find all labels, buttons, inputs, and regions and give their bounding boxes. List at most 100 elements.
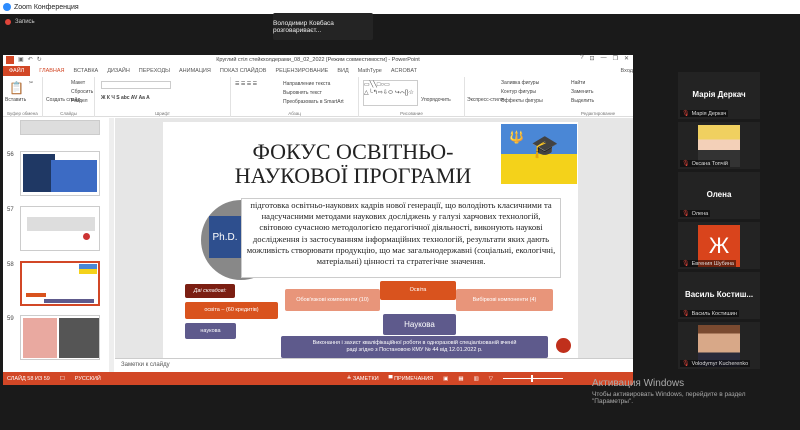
scientific-box: Наукова: [383, 314, 456, 335]
zoom-logo-icon: [3, 3, 11, 11]
tab-file[interactable]: ФАЙЛ: [3, 66, 31, 76]
group-clipboard: 📋 Вставить ✂ Буфер обмена: [3, 77, 43, 117]
participant-tile[interactable]: 🎙 Оксана Топчій: [678, 122, 760, 169]
save-icon[interactable]: ▣: [18, 56, 24, 64]
layout-button[interactable]: Макет: [71, 80, 85, 86]
tab-mathtype[interactable]: MathType: [358, 68, 382, 74]
group-label: Слайды: [60, 111, 77, 116]
shape-outline-button[interactable]: Контур фигуры: [501, 89, 536, 95]
arrange-button[interactable]: Упорядочить: [421, 97, 451, 103]
find-button[interactable]: Найти: [571, 80, 585, 86]
powerpoint-window: Круглий стіл стейкхолдерами_08_02_2022 […: [3, 55, 633, 385]
tab-review[interactable]: РЕЦЕНЗИРОВАНИЕ: [275, 68, 328, 74]
education-box: Освіта: [380, 281, 456, 300]
recording-indicator[interactable]: Запись: [5, 19, 35, 25]
group-label: Буфер обмена: [7, 111, 38, 116]
zoom-titlebar: Zoom Конференция: [0, 0, 800, 14]
red-circle-decoration: [556, 338, 571, 353]
name-tag: 🎙 Василь Костишин: [680, 310, 739, 317]
participant-tile[interactable]: Ж 🎙 Евгения Шубина: [678, 222, 760, 269]
spellcheck-icon[interactable]: ☐: [60, 376, 65, 382]
elective-components-box: Вибіркові компоненти (4): [456, 289, 553, 311]
comments-toggle[interactable]: ▀ ПРИМЕЧАНИЯ: [389, 376, 434, 382]
slide-editing-area: ФОКУС ОСВІТНЬО-НАУКОВОЇ ПРОГРАМИ 🔱 🎓 Ph.D…: [115, 118, 633, 358]
close-button[interactable]: ✕: [624, 55, 629, 62]
smartart-button[interactable]: Преобразовать в SmartArt: [283, 99, 344, 105]
slide-thumbnail-59[interactable]: [20, 315, 100, 360]
slide-thumbnails-panel: 56 57 58 59: [3, 118, 115, 372]
paste-button[interactable]: Вставить: [5, 97, 26, 103]
undo-icon[interactable]: ↶: [28, 56, 33, 64]
reading-view-icon[interactable]: ▥: [474, 376, 479, 382]
cut-icon[interactable]: ✂: [29, 80, 33, 86]
components-label-box: Дві складові:: [185, 284, 235, 298]
slide-thumbnail-57[interactable]: [20, 206, 100, 251]
slide-58[interactable]: ФОКУС ОСВІТНЬО-НАУКОВОЇ ПРОГРАМИ 🔱 🎓 Ph.D…: [163, 122, 578, 358]
notes-toggle[interactable]: ≜ ЗАМЕТКИ: [347, 376, 379, 382]
participant-display-name: Василь Костиш...: [684, 290, 754, 299]
slide-thumbnail-55[interactable]: [20, 120, 100, 135]
participant-tile[interactable]: Марія Деркач 🎙 Марія Деркач: [678, 72, 760, 119]
tab-slideshow[interactable]: ПОКАЗ СЛАЙДОВ: [220, 68, 267, 74]
muted-mic-icon: 🎙: [682, 161, 690, 167]
signin-link[interactable]: Вход: [621, 68, 633, 74]
slide-thumbnail-56[interactable]: [20, 151, 100, 196]
reset-button[interactable]: Сбросить: [71, 89, 93, 95]
shape-effects-button[interactable]: Эффекты фигуры: [501, 98, 543, 104]
participant-tile[interactable]: Олена 🎙 Олена: [678, 172, 760, 219]
tab-animation[interactable]: АНИМАЦИЯ: [179, 68, 211, 74]
notes-pane[interactable]: Заметки к слайду: [115, 358, 633, 372]
participant-name: Василь Костишин: [691, 310, 737, 317]
list-buttons[interactable]: ☰ ☰ ☰ ☰: [235, 81, 257, 87]
group-editing: Найти Заменить Выделить Редактирование: [563, 77, 633, 117]
section-button[interactable]: Раздел: [71, 98, 88, 104]
thesis-box: Виконання і захист кваліфікаційної робот…: [281, 336, 548, 358]
phd-badge: Ph.D.: [209, 216, 241, 258]
tab-insert[interactable]: ВСТАВКА: [74, 68, 99, 74]
maximize-button[interactable]: ❐: [613, 55, 618, 62]
font-name-select[interactable]: [101, 81, 171, 89]
participant-name: Оксана Топчій: [691, 160, 728, 167]
tab-transitions[interactable]: ПЕРЕХОДЫ: [139, 68, 170, 74]
group-drawing: ▭╲╲□○▭ △└↰⇨⇩⬭ ↪⌒{}☆ Упорядочить Рисовани…: [359, 77, 465, 117]
help-button[interactable]: ?: [580, 55, 583, 62]
text-direction-button[interactable]: Направление текста: [283, 81, 330, 87]
thumb-number: 57: [7, 207, 14, 213]
shape-fill-button[interactable]: Заливка фигуры: [501, 80, 539, 86]
normal-view-icon[interactable]: ▣: [443, 376, 448, 382]
slide-title: ФОКУС ОСВІТНЬО-НАУКОВОЇ ПРОГРАМИ: [234, 139, 472, 188]
tab-home[interactable]: ГЛАВНАЯ: [39, 68, 64, 74]
slide-thumbnail-58[interactable]: [20, 261, 100, 306]
quick-styles-button[interactable]: Экспресс-стили: [467, 97, 504, 103]
graduation-cap-icon: 🎓: [531, 134, 559, 159]
group-slides: Создать слайд Макет Сбросить Раздел Слай…: [43, 77, 95, 117]
align-text-button[interactable]: Выровнять текст: [283, 90, 322, 96]
minimize-button[interactable]: —: [601, 55, 607, 62]
ribbon-display-button[interactable]: ⊡: [590, 55, 595, 62]
select-button[interactable]: Выделить: [571, 98, 594, 104]
slide-counter: СЛАЙД 58 ИЗ 59: [7, 375, 50, 382]
participant-tile[interactable]: 🎙 Volodymyr Kucherenko: [678, 322, 760, 369]
ribbon-tabs: ФАЙЛ ГЛАВНАЯ ВСТАВКА ДИЗАЙН ПЕРЕХОДЫ АНИ…: [3, 65, 633, 77]
ukraine-flag-graduation-cap-image: 🔱 🎓: [501, 124, 577, 184]
group-label: Рисование: [400, 111, 423, 116]
slideshow-icon[interactable]: ▽: [489, 376, 493, 382]
sorter-view-icon[interactable]: ▦: [458, 376, 463, 382]
zoom-slider[interactable]: [503, 375, 563, 382]
tab-view[interactable]: ВИД: [337, 68, 348, 74]
tab-acrobat[interactable]: ACROBAT: [391, 68, 417, 74]
notes-placeholder: Заметки к слайду: [121, 362, 170, 368]
science-box: наукова: [185, 323, 236, 339]
shapes-gallery[interactable]: ▭╲╲□○▭ △└↰⇨⇩⬭ ↪⌒{}☆: [363, 80, 418, 106]
language-indicator[interactable]: РУССКИЙ: [75, 376, 101, 382]
status-bar: СЛАЙД 58 ИЗ 59 ☐ РУССКИЙ ≜ ЗАМЕТКИ ▀ ПРИ…: [3, 372, 633, 385]
muted-mic-icon: 🎙: [682, 261, 690, 267]
redo-icon[interactable]: ↻: [37, 56, 42, 64]
thumbnails-scrollbar[interactable]: [109, 118, 114, 372]
font-format-buttons[interactable]: Ж К Ч S abc AV Aa A: [101, 95, 150, 101]
participant-tile[interactable]: Василь Костиш... 🎙 Василь Костишин: [678, 272, 760, 319]
activation-title: Активация Windows: [592, 378, 685, 389]
replace-button[interactable]: Заменить: [571, 89, 593, 95]
group-shape-styles: Экспресс-стили Заливка фигуры Контур фиг…: [465, 77, 560, 117]
tab-design[interactable]: ДИЗАЙН: [107, 68, 130, 74]
